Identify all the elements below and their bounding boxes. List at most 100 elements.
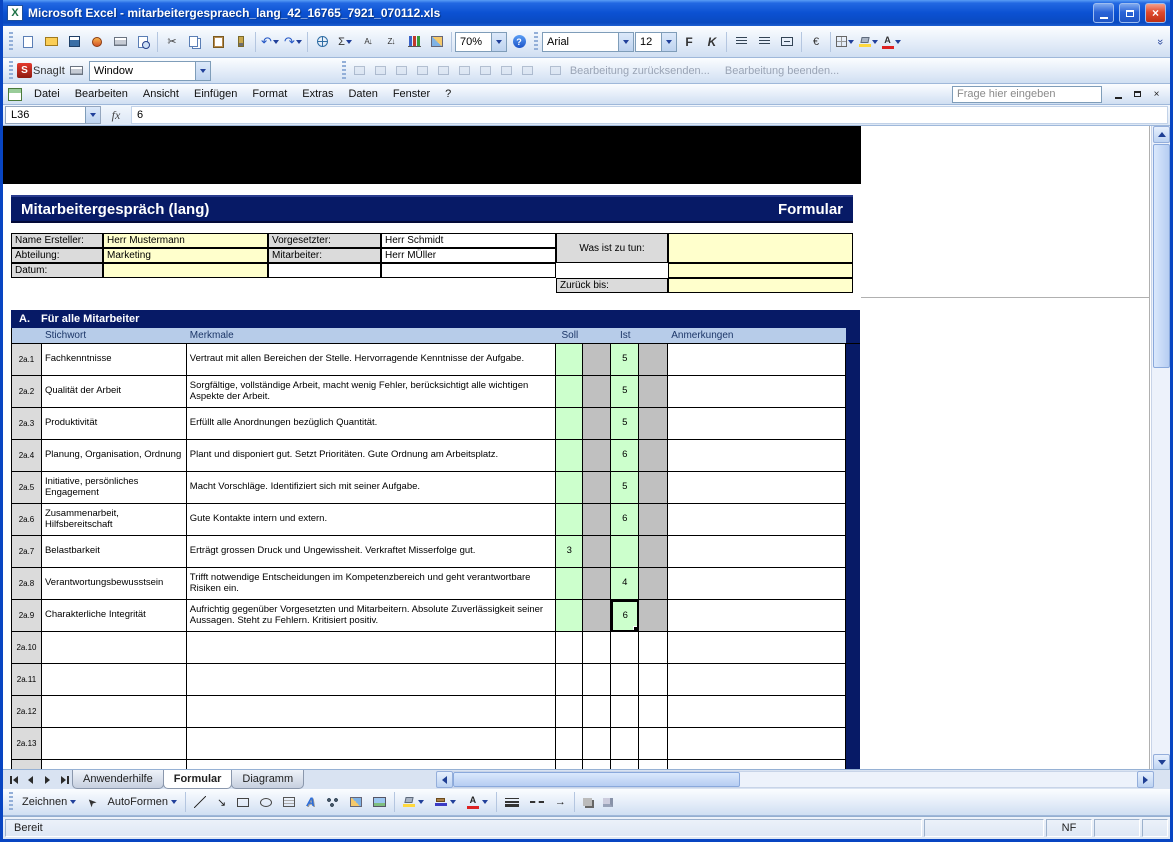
cell-merkmale[interactable] <box>187 632 557 664</box>
cell-stichwort[interactable]: Produktivität <box>42 408 187 440</box>
menu-hilfe[interactable]: ? <box>438 86 458 102</box>
open-button[interactable] <box>40 30 62 54</box>
cell-merkmale[interactable]: Vertraut mit allen Bereichen der Stelle.… <box>187 344 557 376</box>
todo-extra-value[interactable] <box>668 263 853 278</box>
euro-button[interactable]: € <box>805 30 827 54</box>
cell-spacer[interactable] <box>639 504 668 536</box>
zurueck-bis-value[interactable] <box>668 278 853 293</box>
cell-ist[interactable]: 6 <box>611 600 639 632</box>
wordart-button[interactable]: A <box>301 792 320 813</box>
cell-row-number[interactable] <box>12 760 42 769</box>
cell-ist[interactable] <box>611 696 639 728</box>
cell-merkmale[interactable]: Plant und disponiert gut. Setzt Prioritä… <box>187 440 557 472</box>
cell-anmerkungen[interactable] <box>668 600 846 632</box>
cell-soll[interactable] <box>556 728 583 760</box>
shadow-style-button[interactable] <box>578 792 597 813</box>
cell-spacer[interactable] <box>639 600 668 632</box>
cell-spacer[interactable] <box>639 376 668 408</box>
cell-ist[interactable]: 4 <box>611 568 639 600</box>
oval-button[interactable] <box>255 792 277 813</box>
cell-spacer[interactable] <box>583 376 611 408</box>
insert-function-button[interactable]: fx <box>103 108 129 123</box>
snagit-mode-combobox[interactable]: Window <box>89 61 211 81</box>
cell-soll[interactable] <box>556 408 583 440</box>
snagit-capture-button[interactable] <box>66 59 88 83</box>
previous-sheet-button[interactable] <box>22 772 39 788</box>
align-left-button[interactable] <box>730 30 752 54</box>
cell-soll[interactable] <box>556 760 583 769</box>
cell-ist[interactable]: 5 <box>611 472 639 504</box>
new-button[interactable] <box>17 30 39 54</box>
cell-row-number[interactable]: 2a.3 <box>12 408 42 440</box>
zoom-combobox[interactable]: 70% <box>455 32 507 52</box>
question-input[interactable] <box>952 86 1102 103</box>
dropdown-button[interactable] <box>195 62 210 80</box>
mitarbeiter-value[interactable]: Herr MÜller <box>381 248 556 263</box>
empty-cell[interactable] <box>381 263 556 278</box>
font-size-combobox[interactable]: 12 <box>635 32 677 52</box>
cell-ist[interactable] <box>611 664 639 696</box>
cell-ist[interactable] <box>611 728 639 760</box>
minimize-button[interactable] <box>1093 3 1114 23</box>
threed-style-button[interactable] <box>598 792 618 813</box>
cell-ist[interactable]: 5 <box>611 408 639 440</box>
cell-anmerkungen[interactable] <box>668 760 846 769</box>
cell-merkmale[interactable]: Sorgfältige, vollständige Arbeit, macht … <box>187 376 557 408</box>
cell-ist[interactable] <box>611 536 639 568</box>
tab-diagramm[interactable]: Diagramm <box>231 770 304 789</box>
cell-anmerkungen[interactable] <box>668 472 846 504</box>
cell-merkmale[interactable]: Trifft notwendige Entscheidungen im Komp… <box>187 568 557 600</box>
horizontal-scroll-track[interactable] <box>453 771 1137 788</box>
cell-row-number[interactable]: 2a.10 <box>12 632 42 664</box>
dropdown-button[interactable] <box>661 33 676 51</box>
dropdown-button[interactable] <box>491 33 506 51</box>
cell-merkmale[interactable]: Gute Kontakte intern und extern. <box>187 504 557 536</box>
cell-ist[interactable] <box>611 760 639 769</box>
workbook-minimize-button[interactable] <box>1110 87 1127 102</box>
cell-soll[interactable] <box>556 632 583 664</box>
toolbar-grip[interactable] <box>342 61 346 81</box>
cell-stichwort[interactable] <box>42 664 187 696</box>
cell-spacer[interactable] <box>639 408 668 440</box>
cell-soll[interactable] <box>556 600 583 632</box>
clipart-button[interactable] <box>345 792 367 813</box>
vertical-scrollbar[interactable] <box>1151 126 1170 769</box>
paste-button[interactable] <box>207 30 229 54</box>
last-sheet-button[interactable] <box>56 772 73 788</box>
tab-anwenderhilfe[interactable]: Anwenderhilfe <box>72 770 164 789</box>
cell-ist[interactable]: 5 <box>611 376 639 408</box>
scroll-right-button[interactable] <box>1137 771 1154 788</box>
cell-ist[interactable]: 6 <box>611 440 639 472</box>
cell-row-number[interactable]: 2a.4 <box>12 440 42 472</box>
select-objects-button[interactable]: ➤ <box>82 792 101 813</box>
menu-daten[interactable]: Daten <box>341 86 384 102</box>
cell-spacer[interactable] <box>639 760 668 769</box>
cell-stichwort[interactable]: Qualität der Arbeit <box>42 376 187 408</box>
cell-stichwort[interactable] <box>42 632 187 664</box>
sort-ascending-button[interactable]: A↓ <box>357 30 379 54</box>
print-preview-button[interactable] <box>132 30 154 54</box>
cell-stichwort[interactable]: Zusammenarbeit, Hilfsbereitschaft <box>42 504 187 536</box>
scroll-left-button[interactable] <box>436 771 453 788</box>
cell-spacer[interactable] <box>583 504 611 536</box>
text-color-button[interactable]: A <box>462 792 493 813</box>
cell-row-number[interactable]: 2a.7 <box>12 536 42 568</box>
sort-descending-button[interactable]: Z↓ <box>380 30 402 54</box>
cell-row-number[interactable]: 2a.6 <box>12 504 42 536</box>
undo-button[interactable]: ↶ <box>259 30 281 54</box>
cell-anmerkungen[interactable] <box>668 632 846 664</box>
cell-spacer[interactable] <box>639 472 668 504</box>
cell-stichwort[interactable]: Charakterliche Integrität <box>42 600 187 632</box>
snagit-button[interactable]: S SnagIt <box>17 59 65 83</box>
menu-datei[interactable]: Datei <box>27 86 67 102</box>
cell-row-number[interactable]: 2a.5 <box>12 472 42 504</box>
toolbar-options-chevron[interactable]: » <box>1154 38 1166 44</box>
cell-stichwort[interactable]: Fachkenntnisse <box>42 344 187 376</box>
autosum-button[interactable]: Σ <box>334 30 356 54</box>
cell-ist[interactable]: 6 <box>611 504 639 536</box>
vorgesetzter-value[interactable]: Herr Schmidt <box>381 233 556 248</box>
empty-cell[interactable] <box>268 263 381 278</box>
cell-soll[interactable] <box>556 440 583 472</box>
permission-button[interactable] <box>86 30 108 54</box>
cell-spacer[interactable] <box>583 344 611 376</box>
